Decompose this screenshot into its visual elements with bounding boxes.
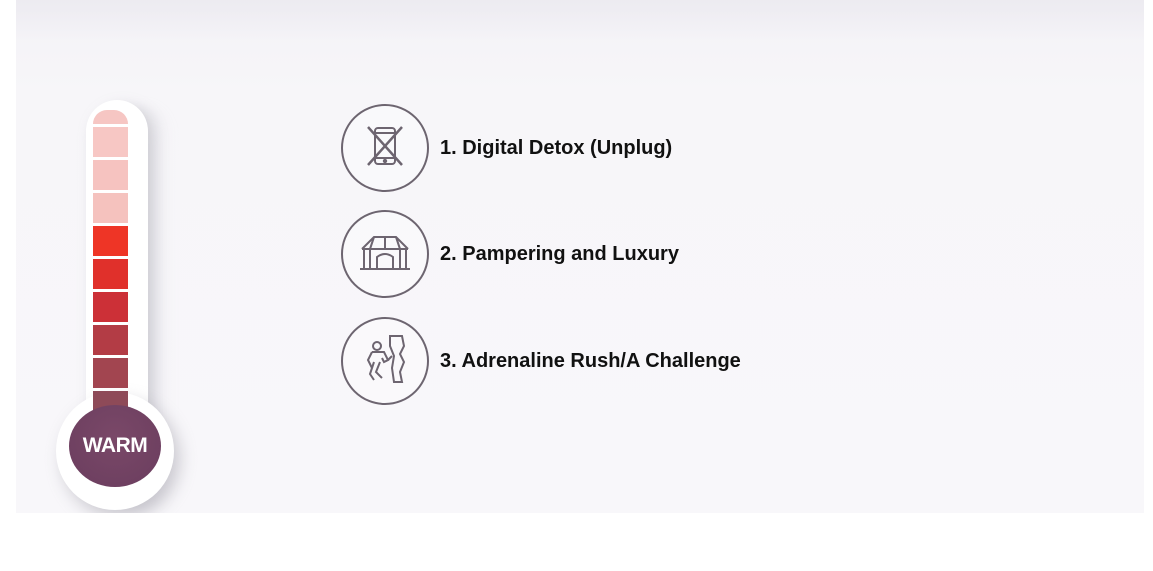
item-label: 3. Adrenaline Rush/A Challenge	[440, 349, 741, 372]
icon-circle	[341, 104, 429, 192]
list-item-pampering: 2. Pampering and Luxury	[341, 210, 679, 298]
list-item-adrenaline: 3. Adrenaline Rush/A Challenge	[341, 317, 741, 405]
thermometer-segment	[93, 160, 128, 190]
slide: WARM 1. Digital Detox (Unplug) 2. Pamper…	[16, 0, 1144, 513]
icon-circle	[341, 317, 429, 405]
thermometer-segment	[93, 292, 128, 322]
icon-circle	[341, 210, 429, 298]
thermometer-segment	[93, 226, 128, 256]
phone-crossed-icon	[360, 121, 410, 176]
item-label: 2. Pampering and Luxury	[440, 242, 679, 265]
thermometer-label: WARM	[82, 434, 148, 457]
tent-icon	[356, 227, 414, 282]
rock-climber-icon	[360, 332, 410, 391]
thermometer-segment	[93, 127, 128, 157]
thermometer-segment	[93, 110, 128, 124]
thermometer: WARM	[16, 0, 216, 513]
list-item-digital-detox: 1. Digital Detox (Unplug)	[341, 104, 672, 192]
thermometer-segments	[93, 110, 128, 424]
thermometer-segment	[93, 325, 128, 355]
thermometer-segment	[93, 358, 128, 388]
thermometer-bulb: WARM	[69, 405, 161, 487]
item-label: 1. Digital Detox (Unplug)	[440, 136, 673, 159]
thermometer-segment	[93, 193, 128, 223]
thermometer-segment	[93, 259, 128, 289]
